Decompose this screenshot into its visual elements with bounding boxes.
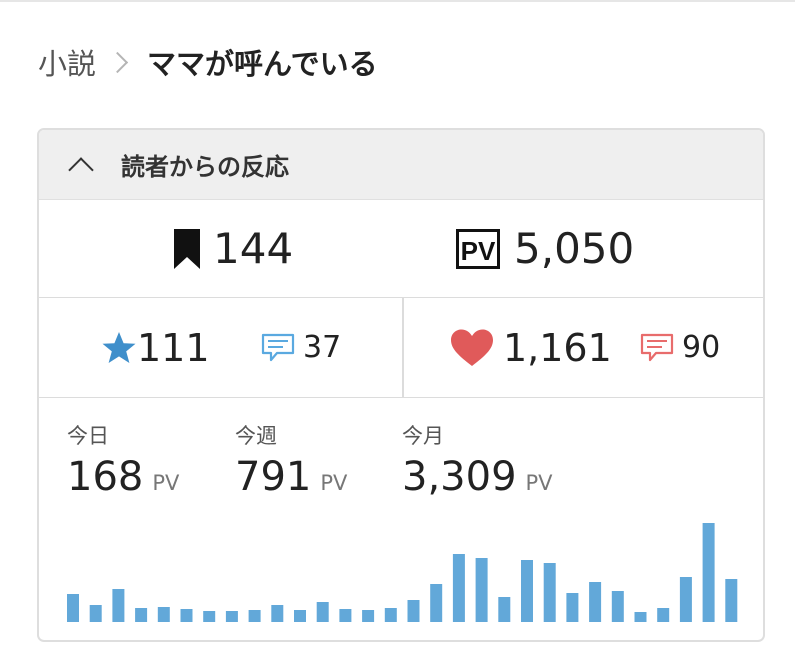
page-title: ママが呼んでいる <box>147 47 378 81</box>
pv-bar <box>725 579 738 622</box>
pv-bar <box>702 523 715 622</box>
pv-bar <box>180 609 193 622</box>
pv-bar <box>248 610 261 622</box>
pv-bar <box>316 602 329 622</box>
pv-bar <box>135 608 148 622</box>
pv-bar <box>634 612 647 622</box>
pv-bar <box>294 610 306 622</box>
breadcrumb-parent-link[interactable]: 小説 <box>38 41 96 83</box>
pv-bar-chart <box>67 523 738 622</box>
pv-bar <box>679 577 692 622</box>
pv-bar <box>611 591 624 622</box>
pv-bar <box>430 584 443 622</box>
pv-bar <box>89 605 102 622</box>
pv-bar <box>498 597 511 622</box>
top-divider <box>0 0 795 2</box>
pv-bar <box>475 558 488 622</box>
pv-bar <box>339 609 352 622</box>
pv-bar <box>271 605 284 622</box>
chevron-right-icon <box>106 51 129 73</box>
pv-bar <box>362 610 375 622</box>
pv-bar <box>521 560 533 622</box>
pv-bar <box>112 589 125 622</box>
pv-bar <box>203 611 216 622</box>
pv-bar <box>157 607 170 622</box>
breadcrumb: 小説 ママが呼んでいる <box>38 40 378 84</box>
pv-bar <box>566 593 579 622</box>
pv-bar <box>452 554 465 622</box>
reactions-panel: 読者からの反応 144 PV 5,050 111 37 1,161 90 今日 … <box>37 128 765 642</box>
pv-bar <box>225 611 238 622</box>
pv-bar <box>589 582 602 622</box>
pv-bar <box>657 608 670 622</box>
pv-bar <box>407 600 420 622</box>
pv-bar <box>543 563 556 622</box>
pv-bar <box>384 608 397 622</box>
pv-bar <box>67 594 79 622</box>
